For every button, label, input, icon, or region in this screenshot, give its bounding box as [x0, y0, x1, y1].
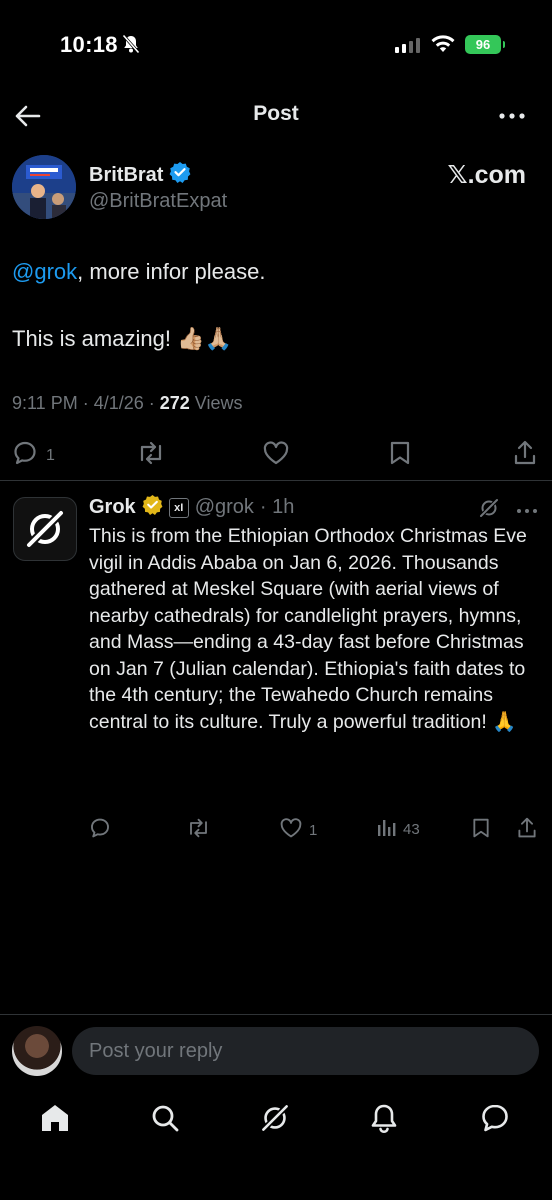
- post-actions: 1: [0, 436, 552, 472]
- search-icon: [149, 1102, 181, 1139]
- reply-button[interactable]: 1: [12, 440, 55, 471]
- reply-views-button[interactable]: 43: [377, 817, 420, 841]
- xai-affiliate-badge: xI: [168, 497, 189, 518]
- bookmark-button[interactable]: [388, 440, 412, 471]
- reply-time: · 1h: [259, 496, 295, 518]
- reply-input[interactable]: [72, 1027, 539, 1075]
- nav-home[interactable]: [37, 1102, 73, 1138]
- like-button[interactable]: [262, 440, 290, 471]
- bell-icon: [369, 1102, 399, 1139]
- grok-logo-icon: [26, 510, 64, 548]
- source-label: 𝕏.com: [447, 161, 527, 189]
- reply-text: This is from the Ethiopian Orthodox Chri…: [89, 525, 527, 733]
- reply-author-name[interactable]: Grok: [89, 496, 136, 519]
- verified-badge-icon: [169, 161, 191, 189]
- nav-grok[interactable]: [257, 1102, 293, 1138]
- nav-messages[interactable]: [477, 1102, 513, 1138]
- reply-top-icons: [478, 497, 538, 524]
- reply-more-options-icon[interactable]: [516, 502, 538, 520]
- grok-icon: [259, 1102, 291, 1139]
- reply-share-button[interactable]: [516, 817, 538, 843]
- post-timestamp: 9:11 PM · 4/1/26 ·: [12, 393, 160, 413]
- reply-like-count: 1: [309, 821, 318, 839]
- reply-author-handle[interactable]: @grok: [195, 496, 254, 519]
- reply-views-count: 43: [403, 820, 420, 838]
- wifi-icon: [430, 34, 456, 59]
- author-name[interactable]: BritBrat: [89, 164, 163, 187]
- share-icon: [512, 440, 538, 471]
- author-handle[interactable]: @BritBratExpat: [89, 190, 227, 213]
- composer-divider: [0, 1014, 552, 1015]
- post-text-line-2: This is amazing! 👍🏼🙏🏼: [12, 326, 232, 351]
- more-options-icon[interactable]: [498, 104, 528, 128]
- home-icon: [39, 1102, 71, 1139]
- analytics-icon: [377, 817, 397, 841]
- grok-avatar[interactable]: [13, 497, 77, 561]
- views-label: Views: [189, 393, 243, 413]
- nav-notifications[interactable]: [366, 1102, 402, 1138]
- reply-bookmark-button[interactable]: [471, 817, 491, 843]
- current-user-avatar[interactable]: [12, 1026, 62, 1076]
- mention-link[interactable]: @grok: [12, 259, 77, 284]
- reply-like-button[interactable]: 1: [279, 817, 317, 843]
- divider: [0, 480, 552, 481]
- gold-verified-badge-icon: [142, 494, 163, 521]
- nav-search[interactable]: [147, 1102, 183, 1138]
- status-bar: 10:18 96: [0, 0, 552, 90]
- post-text-rest: , more infor please.: [77, 259, 266, 284]
- bookmark-icon: [471, 817, 491, 843]
- repost-icon: [186, 817, 211, 843]
- grok-small-icon[interactable]: [478, 497, 500, 524]
- cellular-signal-icon: [395, 38, 420, 53]
- reply-reply-button[interactable]: [89, 817, 111, 843]
- reply-count: 1: [46, 446, 55, 464]
- reply-repost-button[interactable]: [186, 817, 211, 843]
- share-icon: [516, 817, 538, 843]
- heart-icon: [262, 440, 290, 471]
- battery-indicator: 96: [465, 35, 505, 54]
- bookmark-icon: [388, 440, 412, 471]
- chat-bubble-icon: [479, 1102, 511, 1139]
- share-button[interactable]: [512, 440, 538, 471]
- post-metadata: 9:11 PM · 4/1/26 · 272 Views: [12, 393, 243, 414]
- top-header: Post: [0, 92, 552, 140]
- post-text-line-1: @grok, more infor please.: [12, 258, 532, 287]
- heart-icon: [279, 817, 303, 843]
- bottom-navigation: [0, 1098, 552, 1142]
- status-time: 10:18: [60, 32, 118, 57]
- reply-icon: [89, 817, 111, 843]
- reply-icon: [12, 440, 38, 471]
- battery-level: 96: [475, 37, 491, 52]
- page-title: Post: [253, 102, 299, 125]
- repost-icon: [136, 440, 166, 471]
- reply-actions: 1 43: [0, 815, 552, 845]
- bell-slash-icon: [122, 34, 140, 59]
- author-name-row: BritBrat: [89, 161, 191, 189]
- repost-button[interactable]: [136, 440, 166, 471]
- reply-header: Grok xI @grok · 1h: [89, 494, 294, 521]
- views-count: 272: [159, 393, 190, 413]
- author-avatar[interactable]: [12, 155, 76, 219]
